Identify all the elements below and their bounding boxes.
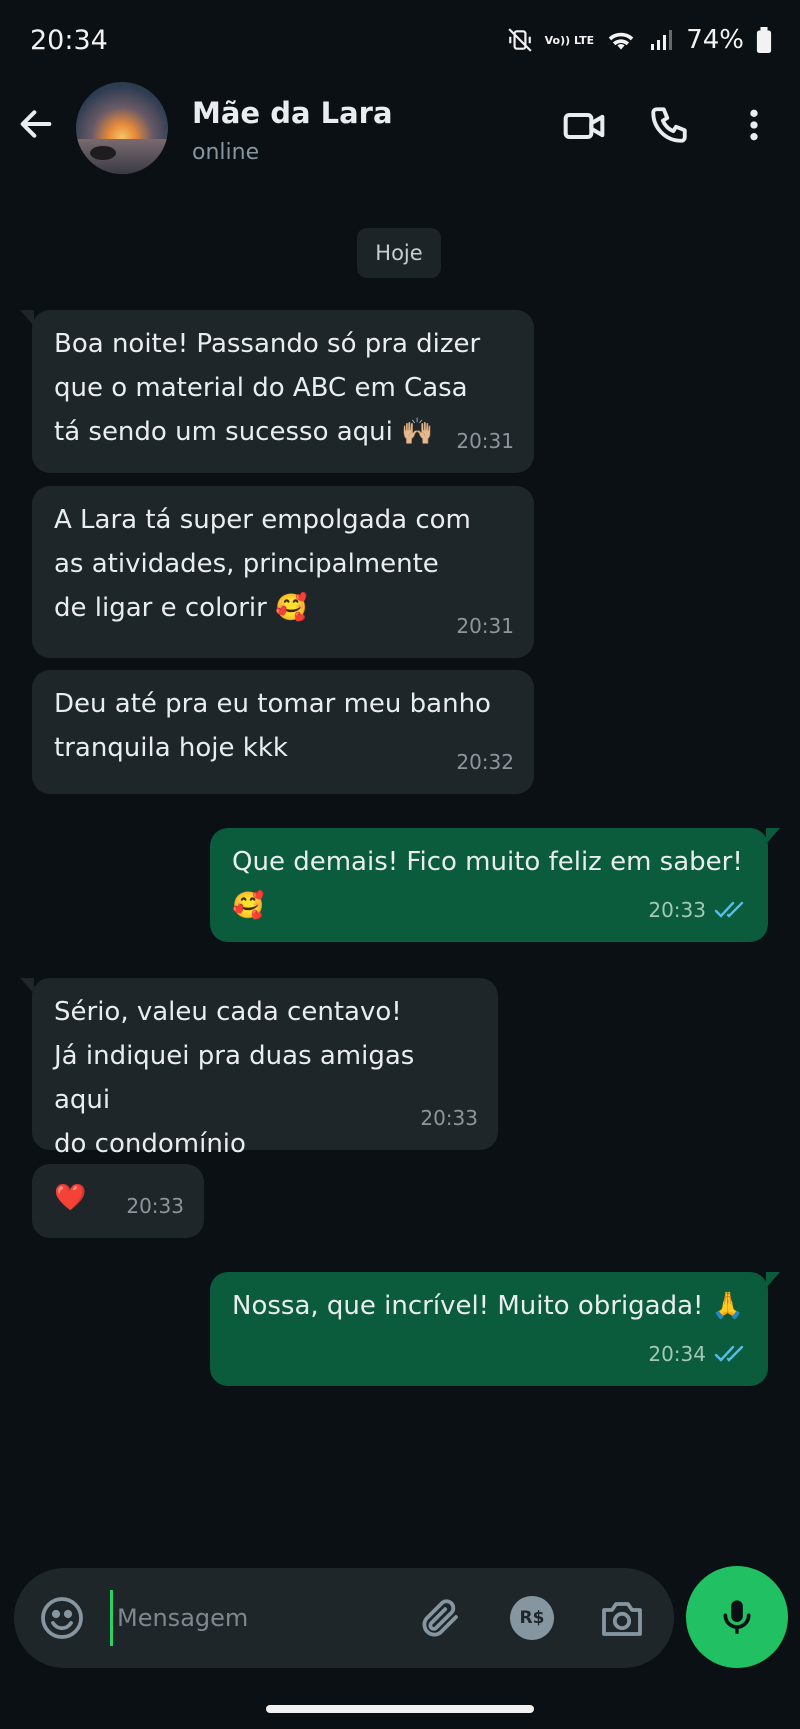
read-receipt-icon — [714, 901, 744, 918]
message-input[interactable] — [110, 1590, 410, 1646]
chat-header: Mãe da Lara online — [0, 80, 800, 190]
message-composer: R$ — [14, 1568, 674, 1668]
wifi-icon — [608, 32, 634, 50]
back-arrow-icon[interactable] — [16, 104, 56, 144]
payment-label: R$ — [519, 1608, 545, 1628]
vibrate-mute-icon — [508, 28, 532, 52]
volte-indicator: Vo)) LTE — [544, 33, 595, 47]
status-icons: Vo)) LTE 74% — [507, 25, 772, 55]
message-bubble-incoming[interactable]: ❤️ 20:33 — [32, 1164, 204, 1238]
message-bubble-outgoing[interactable]: Que demais! Fico muito feliz em saber! 🥰… — [210, 828, 780, 942]
message-text: Deu até pra eu tomar meu banho tranquila… — [54, 689, 491, 763]
message-bubble-outgoing[interactable]: Nossa, que incrível! Muito obrigada! 🙏 2… — [210, 1272, 780, 1386]
message-bubble-incoming[interactable]: Boa noite! Passando só pra dizer que o m… — [20, 310, 534, 473]
voice-call-icon[interactable] — [648, 104, 690, 146]
contact-name[interactable]: Mãe da Lara — [192, 96, 393, 130]
signal-icon — [651, 30, 673, 50]
message-text: A Lara tá super empolgada com as ativida… — [54, 505, 471, 623]
video-call-icon[interactable] — [562, 104, 606, 148]
message-bubble-incoming[interactable]: Sério, valeu cada centavo! Já indiquei p… — [20, 978, 498, 1159]
status-bar: 20:34 Vo)) LTE 74% — [0, 0, 800, 80]
message-bubble-incoming[interactable]: A Lara tá super empolgada com as ativida… — [32, 486, 534, 658]
battery-icon — [756, 27, 772, 53]
contact-avatar[interactable] — [76, 82, 168, 174]
message-time: 20:33 — [420, 1106, 478, 1130]
message-bubble-incoming[interactable]: Deu até pra eu tomar meu banho tranquila… — [32, 670, 534, 794]
message-text: Nossa, que incrível! Muito obrigada! 🙏 — [232, 1291, 745, 1321]
message-time: 20:34 — [648, 1332, 748, 1376]
emoji-icon[interactable] — [38, 1594, 86, 1642]
message-time: 20:32 — [456, 750, 514, 774]
message-text: Sério, valeu cada centavo! Já indiquei p… — [54, 997, 415, 1159]
battery-percent: 74% — [686, 25, 744, 55]
message-time: 20:33 — [126, 1194, 184, 1218]
contact-status: online — [192, 140, 260, 165]
attach-icon[interactable] — [416, 1594, 464, 1642]
message-time: 20:33 — [648, 888, 748, 932]
home-indicator[interactable] — [266, 1705, 534, 1713]
payment-icon[interactable]: R$ — [510, 1596, 554, 1640]
camera-icon[interactable] — [598, 1594, 646, 1642]
message-time: 20:31 — [456, 614, 514, 638]
mic-icon — [723, 1600, 751, 1634]
read-receipt-icon — [714, 1345, 744, 1362]
message-text: Boa noite! Passando só pra dizer que o m… — [54, 329, 481, 447]
date-divider: Hoje — [357, 228, 441, 278]
message-time: 20:31 — [456, 429, 514, 453]
voice-message-button[interactable] — [686, 1566, 788, 1668]
status-time: 20:34 — [30, 24, 108, 56]
more-options-icon[interactable] — [734, 104, 774, 146]
